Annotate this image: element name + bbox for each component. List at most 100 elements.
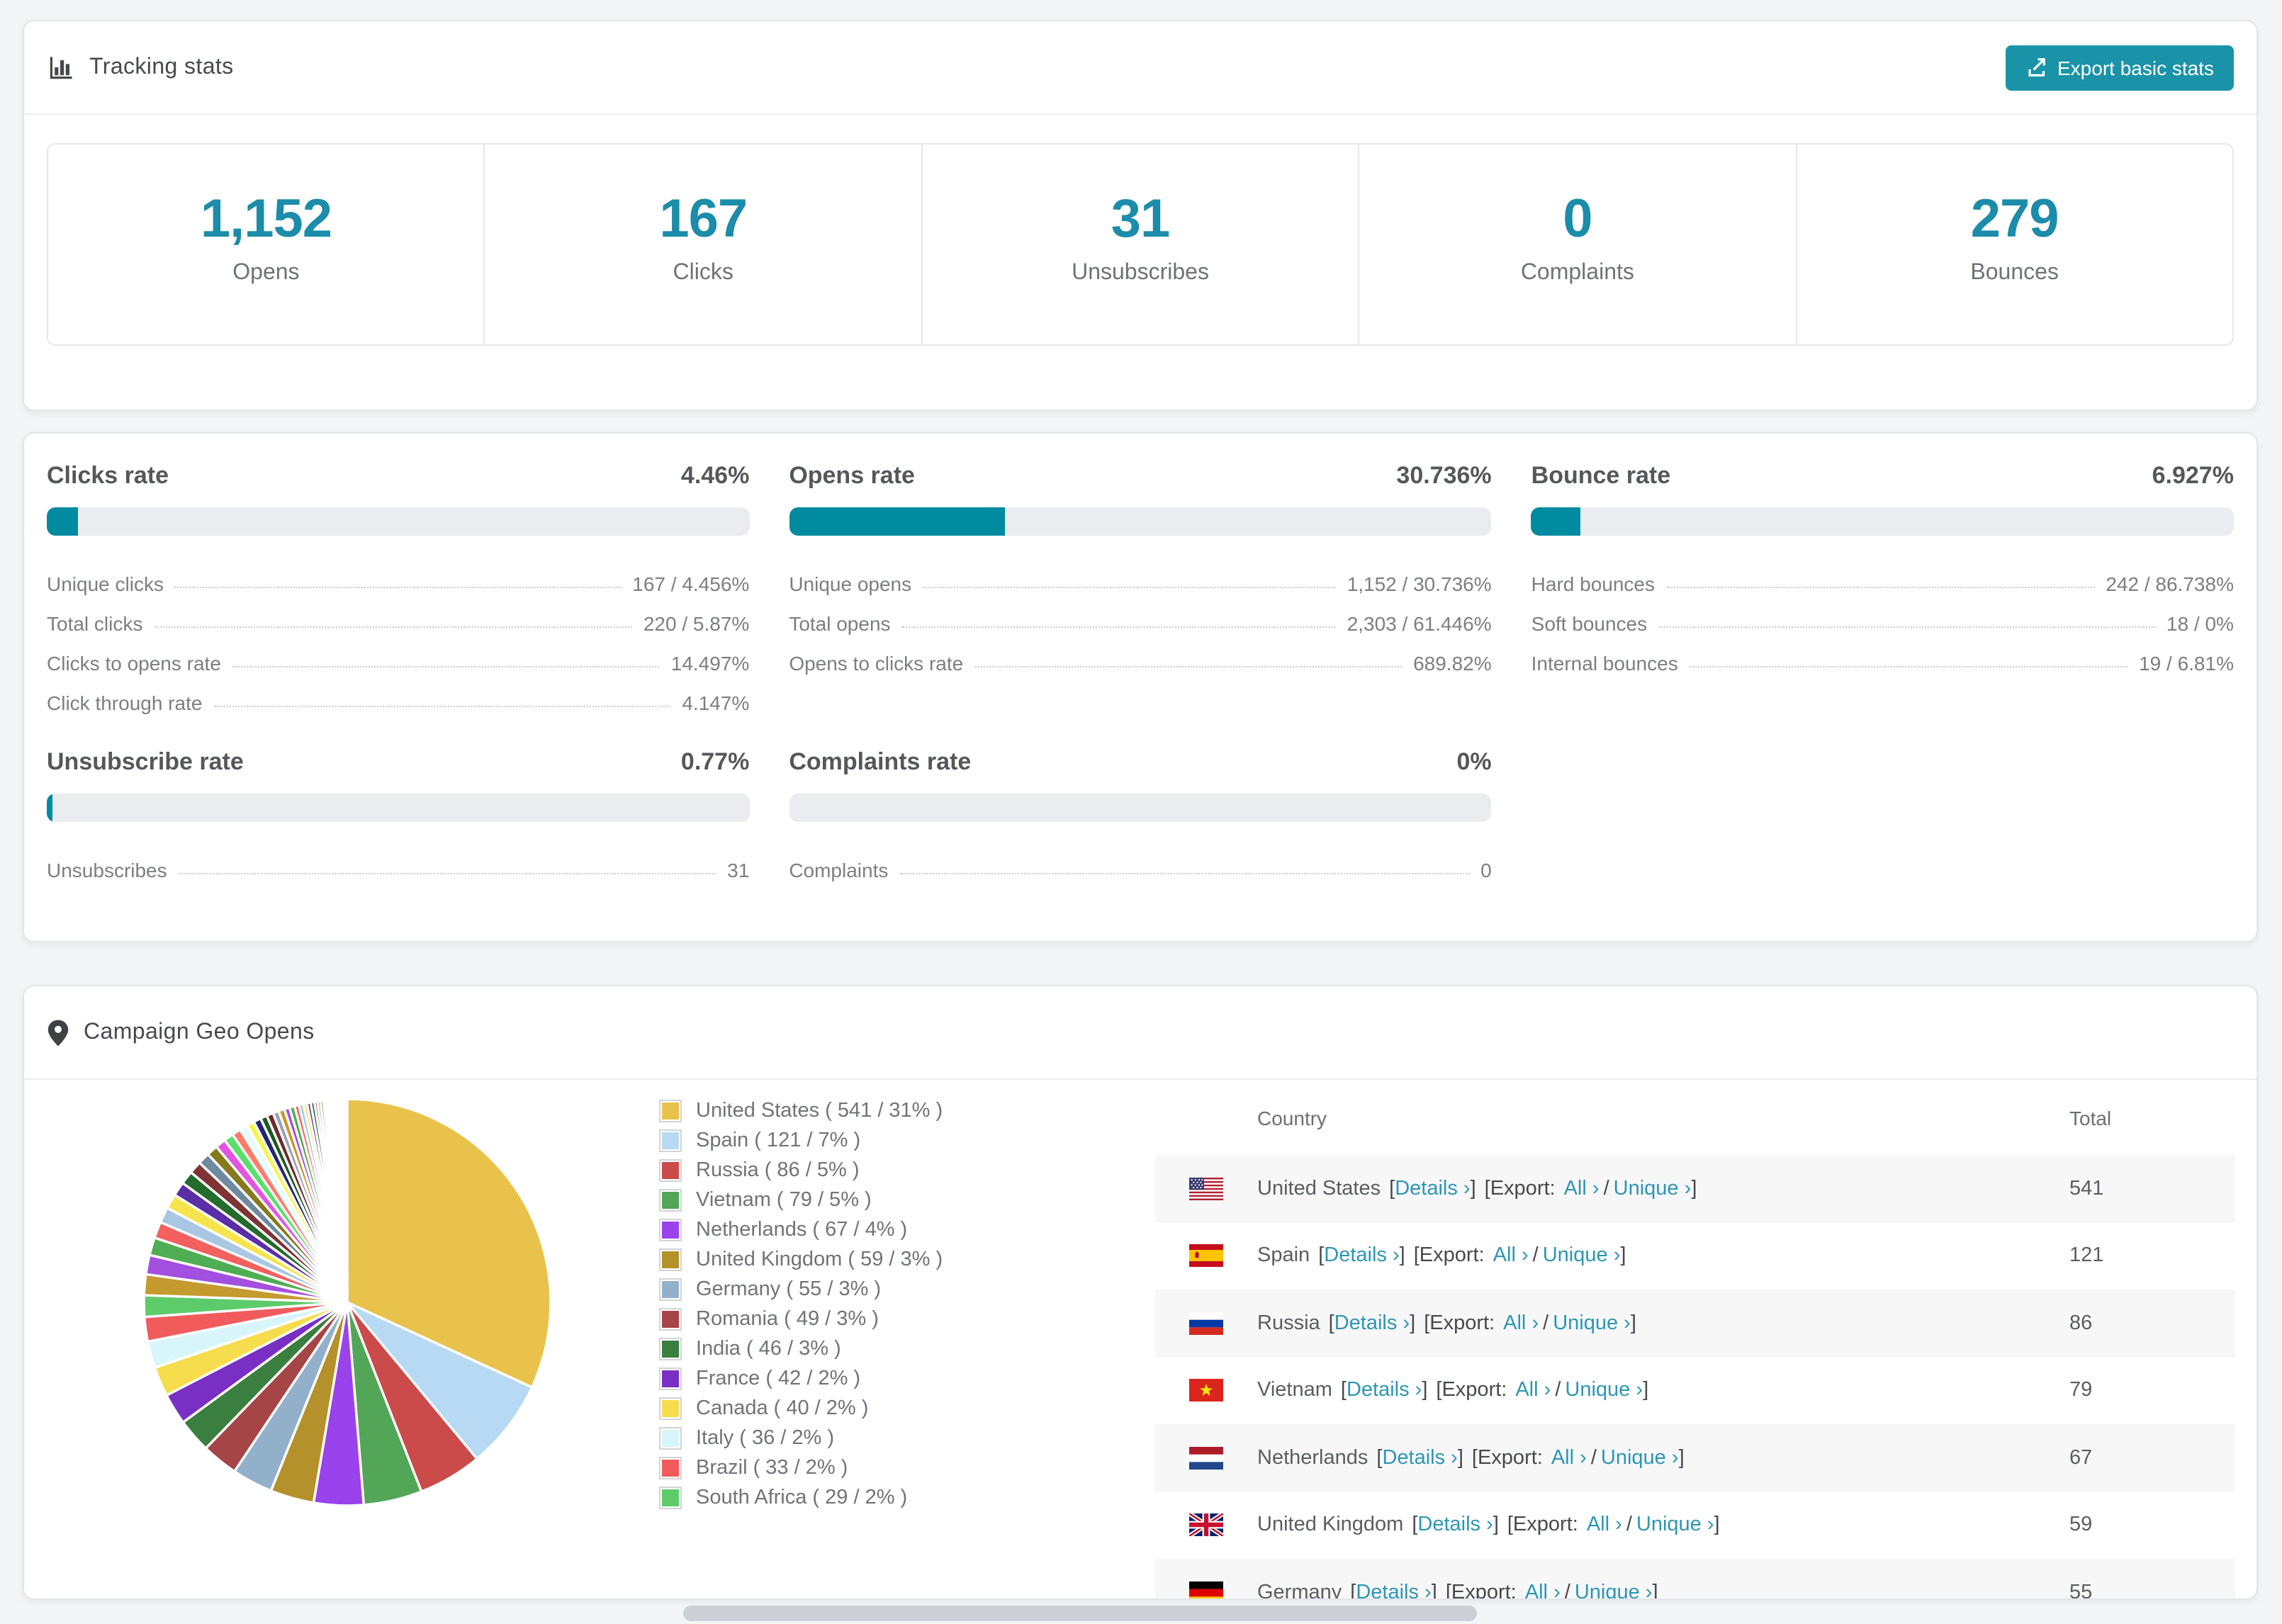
opens-rate-value: 30.736% (1396, 462, 1492, 489)
export-unique-link[interactable]: Unique › (1543, 1245, 1621, 1268)
stat-line: Total clicks 220 / 5.87% (47, 612, 750, 635)
country-total: 79 (2069, 1379, 2093, 1402)
stat-opens: 1,152 Opens (48, 145, 484, 344)
flag-united-kingdom-icon (1189, 1513, 1223, 1537)
tracking-stats-card: Tracking stats Export basic stats 1,152 … (23, 20, 2258, 411)
country-total: 86 (2069, 1312, 2093, 1335)
export-all-link[interactable]: All › (1515, 1380, 1551, 1402)
legend-swatch (659, 1308, 682, 1331)
export-all-link[interactable]: All › (1587, 1514, 1622, 1537)
export-icon (2025, 57, 2046, 78)
legend-swatch (659, 1427, 682, 1450)
unsubscribe-rate-progressbar (47, 794, 750, 822)
stat-line: Clicks to opens rate 14.497% (47, 652, 750, 675)
clicks-rate-group: Clicks rate 4.46% Unique clicks 167 / 4.45… (47, 462, 750, 714)
details-link[interactable]: Details › (1356, 1581, 1431, 1599)
export-all-link[interactable]: All › (1551, 1447, 1587, 1470)
legend-swatch (659, 1457, 682, 1479)
opens-count: 1,152 (200, 190, 332, 249)
table-row: Netherlands [Details ›] [Export: All › / Uniq… (1155, 1424, 2235, 1492)
table-row: Germany [Details ›] [Export: All › / Unique ›… (1155, 1559, 2235, 1600)
export-unique-link[interactable]: Unique › (1601, 1447, 1679, 1470)
bar-chart-icon (47, 53, 75, 81)
flag-united-states-icon (1189, 1177, 1223, 1200)
details-link[interactable]: Details › (1334, 1312, 1410, 1335)
stat-clicks: 167 Clicks (483, 145, 921, 344)
total-column-header: Total (2069, 1106, 2112, 1129)
details-link[interactable]: Details › (1347, 1380, 1422, 1402)
legend-swatch (659, 1248, 682, 1271)
complaints-count: 0 (1563, 190, 1592, 249)
geo-opens-header: Campaign Geo Opens (24, 986, 2256, 1080)
pie-legend: United States ( 541 / 31% ) Spain ( 121 … (659, 1100, 943, 1516)
details-link[interactable]: Details › (1395, 1178, 1470, 1200)
export-all-link[interactable]: All › (1564, 1178, 1600, 1200)
legend-item: Netherlands ( 67 / 4% ) (659, 1219, 943, 1241)
export-unique-link[interactable]: Unique › (1575, 1581, 1653, 1599)
legend-item: Canada ( 40 / 2% ) (659, 1397, 943, 1420)
details-link[interactable]: Details › (1382, 1447, 1457, 1470)
bounce-rate-value: 6.927% (2152, 462, 2234, 489)
table-row: Russia [Details ›] [Export: All › / Unique ›]… (1155, 1290, 2235, 1357)
stat-line: Hard bounces 242 / 86.738% (1531, 573, 2234, 595)
stat-line: Unique clicks 167 / 4.456% (47, 573, 750, 595)
opens-rate-group: Opens rate 30.736% Unique opens 1,152 / 30… (789, 462, 1492, 714)
geo-opens-card: Campaign Geo Opens United States ( 541 /… (23, 985, 2258, 1600)
stat-line: Internal bounces 19 / 6.81% (1531, 652, 2234, 675)
details-link[interactable]: Details › (1324, 1245, 1399, 1268)
table-row: Spain [Details ›] [Export: All › / Unique ›] … (1155, 1222, 2235, 1290)
flag-germany-icon (1189, 1581, 1223, 1598)
stat-unsubscribes: 31 Unsubscribes (921, 145, 1359, 344)
export-unique-link[interactable]: Unique › (1636, 1514, 1714, 1537)
flag-spain-icon (1189, 1244, 1223, 1268)
complaints-rate-title: Complaints rate (789, 748, 972, 775)
clicks-rate-progressbar (47, 507, 750, 536)
legend-item: United States ( 541 / 31% ) (659, 1100, 943, 1122)
details-link[interactable]: Details › (1417, 1514, 1493, 1537)
country-column-header: Country (1257, 1106, 1327, 1129)
complaints-rate-value: 0% (1456, 748, 1492, 775)
clicks-rate-title: Clicks rate (47, 462, 169, 489)
legend-swatch (659, 1219, 682, 1241)
country-total: 121 (2069, 1244, 2104, 1268)
legend-swatch (659, 1368, 682, 1390)
bounce-rate-title: Bounce rate (1531, 462, 1671, 489)
legend-item: France ( 42 / 2% ) (659, 1368, 943, 1390)
rates-card: Clicks rate 4.46% Unique clicks 167 / 4.45… (23, 432, 2258, 942)
horizontal-scrollbar-thumb[interactable] (683, 1606, 1477, 1621)
stat-line: Unique opens 1,152 / 30.736% (789, 573, 1492, 595)
stat-complaints: 0 Complaints (1358, 145, 1795, 344)
legend-swatch (659, 1129, 682, 1152)
table-header: Country Total (1155, 1080, 2235, 1155)
legend-swatch (659, 1100, 682, 1122)
complaints-label: Complaints (1520, 261, 1634, 285)
export-unique-link[interactable]: Unique › (1565, 1380, 1643, 1402)
export-unique-link[interactable]: Unique › (1553, 1312, 1631, 1335)
table-row: United States [Details ›] [Export: All › / Un… (1155, 1155, 2235, 1222)
legend-item: Brazil ( 33 / 2% ) (659, 1457, 943, 1479)
legend-swatch (659, 1338, 682, 1360)
country-total: 55 (2069, 1581, 2093, 1600)
export-unique-link[interactable]: Unique › (1614, 1178, 1692, 1200)
legend-swatch (659, 1278, 682, 1301)
stat-line: Complaints 0 (789, 859, 1492, 881)
unsubscribes-count: 31 (1111, 190, 1171, 249)
export-all-link[interactable]: All › (1503, 1312, 1539, 1335)
table-row: United Kingdom [Details ›] [Export: All › / U… (1155, 1492, 2235, 1559)
country-total: 59 (2069, 1513, 2093, 1537)
export-all-link[interactable]: All › (1493, 1245, 1529, 1268)
clicks-count: 167 (659, 190, 748, 249)
dashboard: Tracking stats Export basic stats 1,152 … (0, 0, 2282, 1624)
stat-line: Unsubscribes 31 (47, 859, 750, 881)
export-basic-stats-button[interactable]: Export basic stats (2005, 45, 2234, 90)
opens-rate-progressbar (789, 507, 1492, 536)
stat-line: Soft bounces 18 / 0% (1531, 612, 2234, 635)
opens-label: Opens (232, 261, 300, 285)
export-all-link[interactable]: All › (1525, 1581, 1561, 1599)
geo-opens-title: Campaign Geo Opens (84, 1020, 315, 1044)
geo-country-table: Country Total United States [Details ›] [E… (1155, 1080, 2235, 1600)
bounce-rate-group: Bounce rate 6.927% Hard bounces 242 / 86.7… (1531, 462, 2234, 714)
country-total: 541 (2069, 1177, 2104, 1200)
flag-vietnam-icon (1189, 1379, 1223, 1402)
flag-russia-icon (1189, 1312, 1223, 1335)
